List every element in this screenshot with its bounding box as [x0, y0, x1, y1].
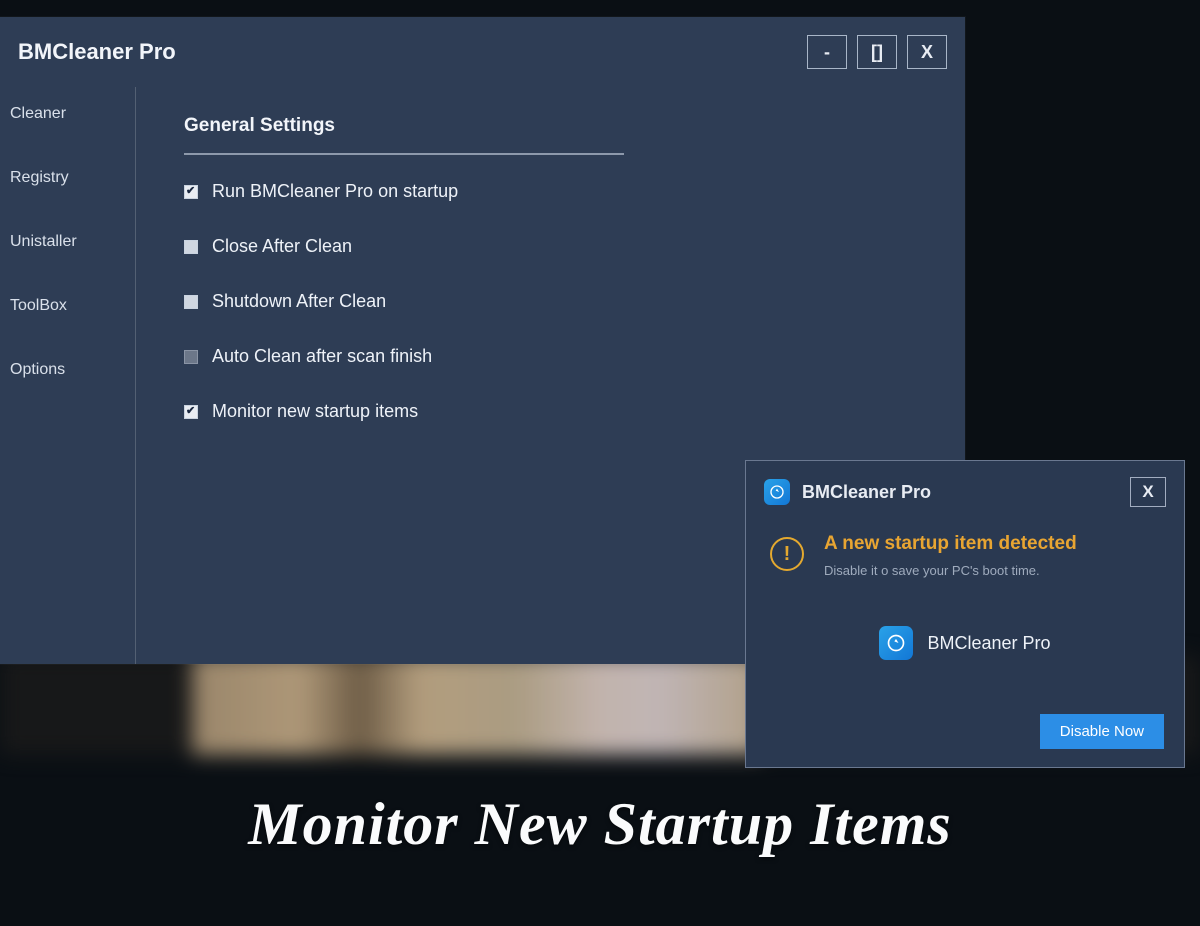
option-auto-clean: Auto Clean after scan finish: [184, 346, 917, 367]
checkbox-close-after-clean[interactable]: [184, 240, 198, 254]
sidebar-item-toolbox[interactable]: ToolBox: [0, 279, 135, 333]
popup-footer: Disable Now: [1040, 714, 1164, 749]
option-run-on-startup: Run BMCleaner Pro on startup: [184, 181, 917, 202]
caption-text: Monitor New Startup Items: [0, 790, 1200, 859]
popup-body: ! A new startup item detected Disable it…: [746, 519, 1184, 660]
maximize-button[interactable]: []: [857, 35, 897, 69]
detected-app-name: BMCleaner Pro: [927, 633, 1050, 654]
close-button[interactable]: X: [907, 35, 947, 69]
detected-item-row: BMCleaner Pro: [770, 626, 1160, 660]
option-label: Monitor new startup items: [212, 401, 418, 422]
option-label: Run BMCleaner Pro on startup: [212, 181, 458, 202]
checkbox-auto-clean[interactable]: [184, 350, 198, 364]
sidebar: Cleaner Registry Unistaller ToolBox Opti…: [0, 87, 136, 664]
popup-close-button[interactable]: X: [1130, 477, 1166, 507]
sidebar-item-cleaner[interactable]: Cleaner: [0, 87, 135, 141]
popup-title: BMCleaner Pro: [802, 482, 1118, 503]
section-heading: General Settings: [184, 115, 624, 155]
sidebar-item-options[interactable]: Options: [0, 343, 135, 397]
checkbox-run-on-startup[interactable]: [184, 185, 198, 199]
sidebar-item-registry[interactable]: Registry: [0, 151, 135, 205]
minimize-button[interactable]: -: [807, 35, 847, 69]
checkbox-shutdown-after-clean[interactable]: [184, 295, 198, 309]
window-controls: - [] X: [807, 35, 947, 69]
option-close-after-clean: Close After Clean: [184, 236, 917, 257]
option-label: Auto Clean after scan finish: [212, 346, 432, 367]
option-monitor-startup: Monitor new startup items: [184, 401, 917, 422]
checkbox-monitor-startup[interactable]: [184, 405, 198, 419]
alert-row: ! A new startup item detected Disable it…: [770, 533, 1160, 578]
titlebar: BMCleaner Pro - [] X: [0, 17, 965, 87]
app-title: BMCleaner Pro: [18, 39, 176, 65]
disable-now-button[interactable]: Disable Now: [1040, 714, 1164, 749]
option-shutdown-after-clean: Shutdown After Clean: [184, 291, 917, 312]
notification-popup: BMCleaner Pro X ! A new startup item det…: [745, 460, 1185, 768]
alert-heading: A new startup item detected: [824, 533, 1077, 555]
detected-app-icon: [879, 626, 913, 660]
option-label: Close After Clean: [212, 236, 352, 257]
sidebar-item-uninstaller[interactable]: Unistaller: [0, 215, 135, 269]
alert-exclamation-icon: !: [770, 537, 804, 571]
option-label: Shutdown After Clean: [212, 291, 386, 312]
alert-subtext: Disable it o save your PC's boot time.: [824, 563, 1077, 578]
popup-header: BMCleaner Pro X: [746, 461, 1184, 519]
app-icon: [764, 479, 790, 505]
